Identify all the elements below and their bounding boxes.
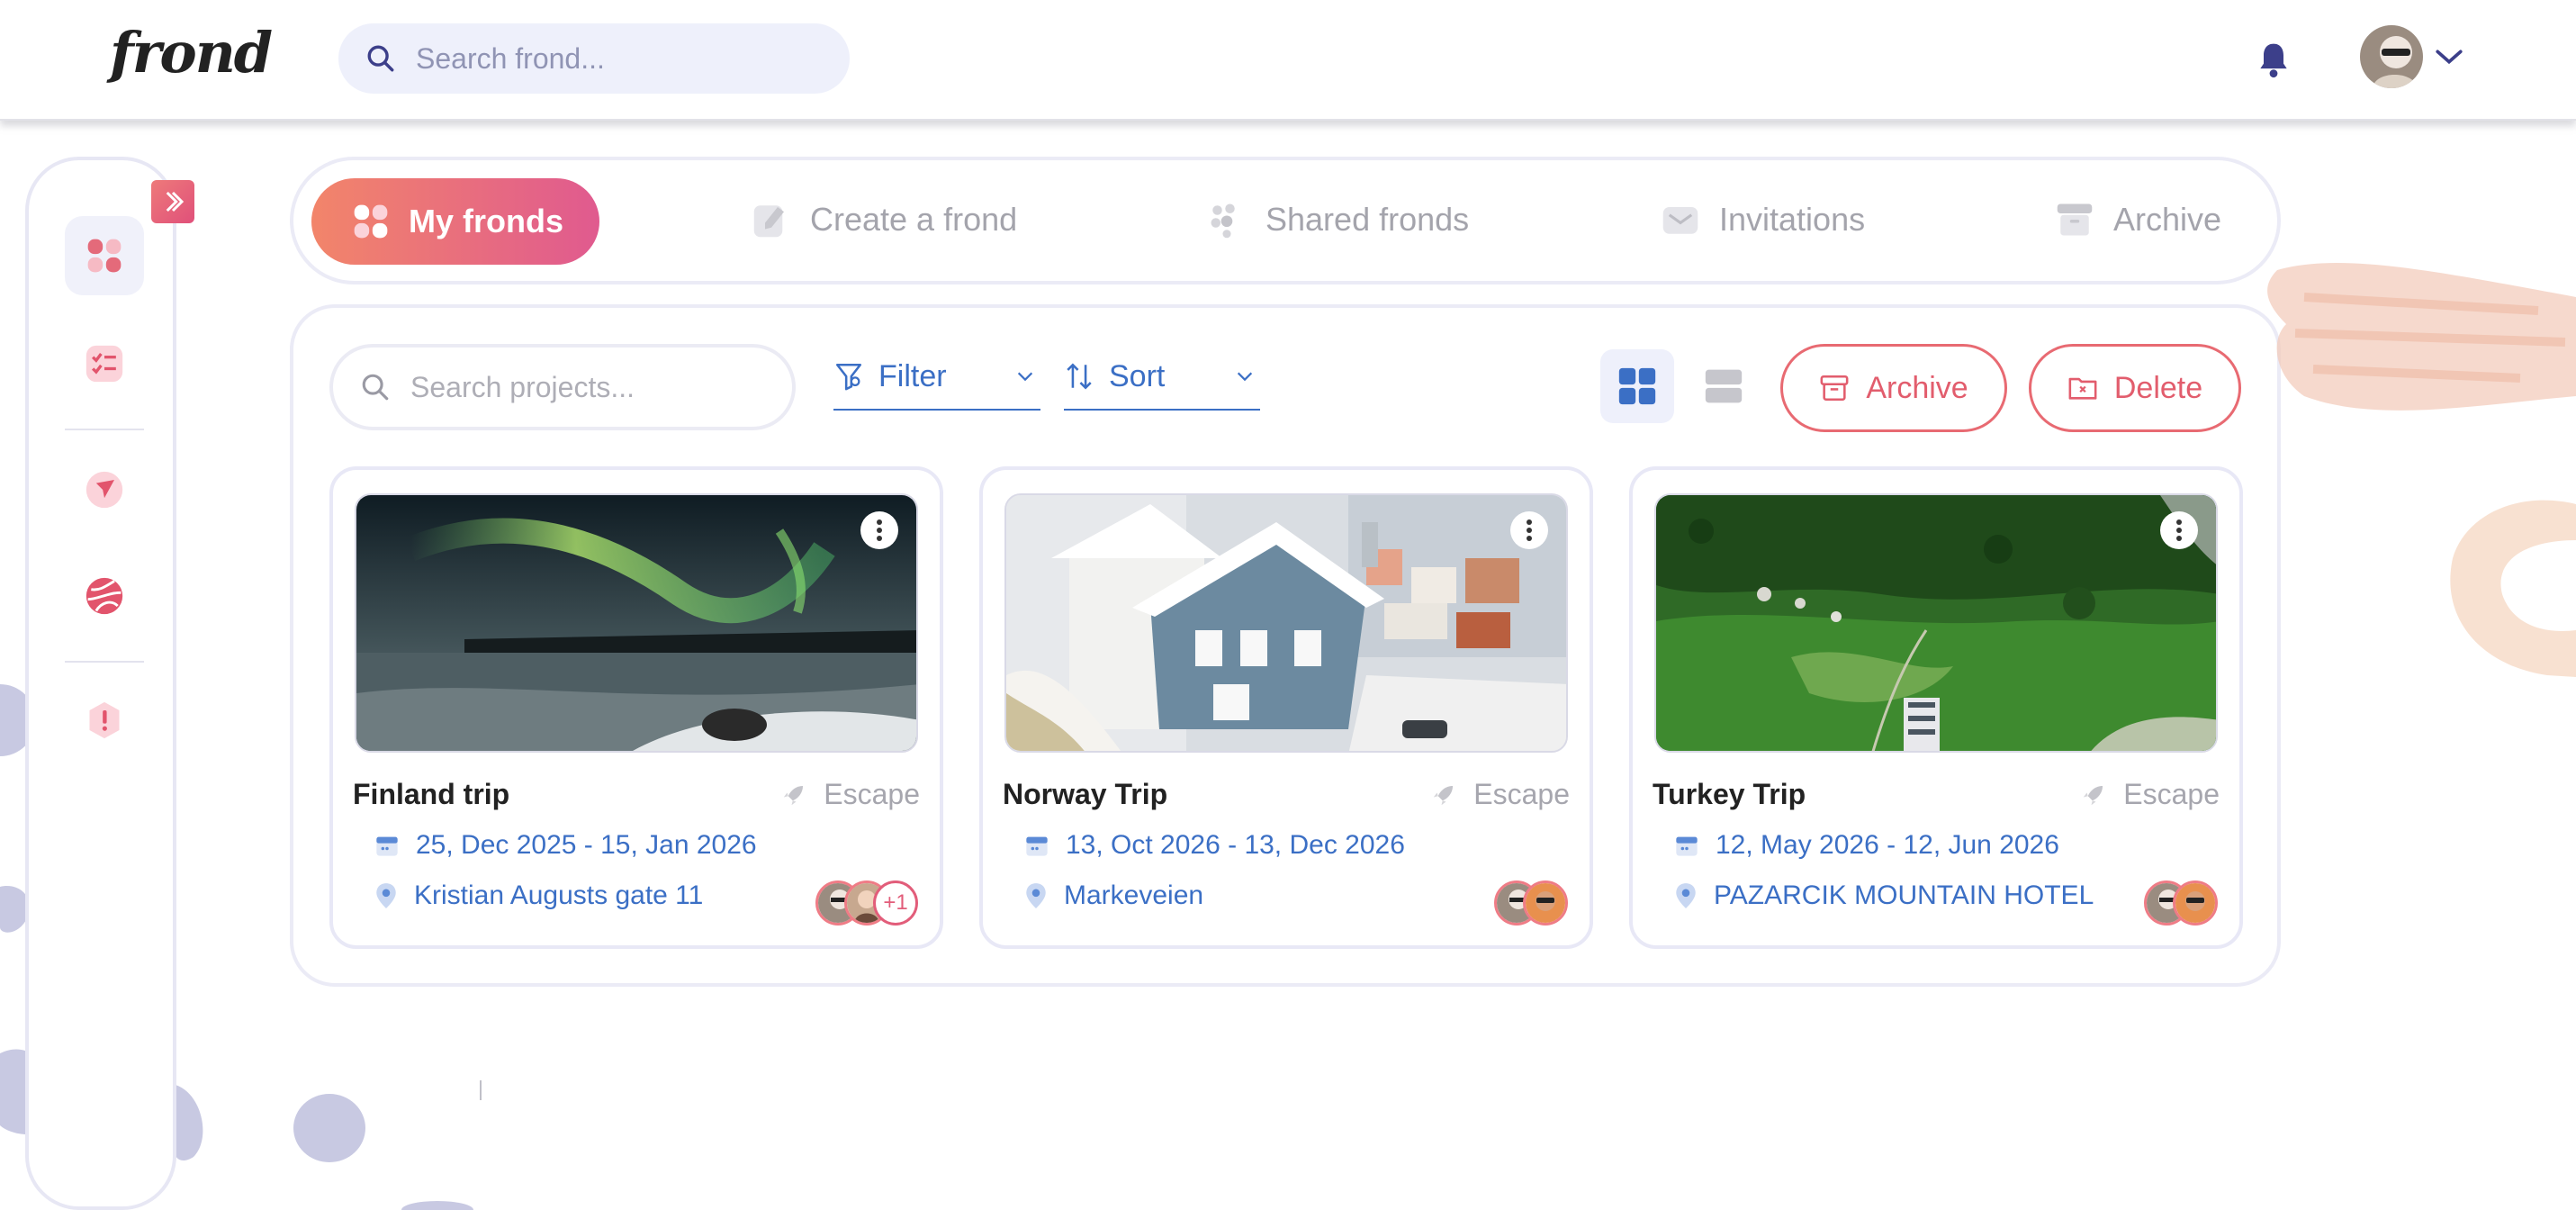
top-bar: frond [0,0,2576,121]
account-menu-chevron-icon[interactable] [2434,45,2464,68]
sidebar-item-dashboard[interactable] [65,216,144,295]
notifications-bell-icon[interactable] [2254,40,2293,81]
sidebar-item-explore[interactable] [65,450,144,529]
alert-icon [89,701,120,739]
globe-icon [86,577,123,615]
search-icon [367,45,394,72]
global-search-input[interactable] [414,41,774,77]
dashboard-icon [87,239,122,273]
sidebar-item-tasks[interactable] [65,324,144,403]
sidebar-expand-button[interactable] [151,180,194,223]
sidebar-item-report[interactable] [65,681,144,760]
app-logo[interactable]: frond [110,20,273,86]
sidebar-item-world[interactable] [65,556,144,636]
global-search[interactable] [338,23,850,94]
chevron-right-icon [166,191,185,212]
sidebar [25,157,176,1210]
sidebar-divider [65,429,144,430]
task-list-icon [86,345,123,383]
user-avatar[interactable] [2360,25,2423,88]
sidebar-divider [65,661,144,663]
background-decoration [0,262,2576,1210]
compass-icon [86,471,123,509]
